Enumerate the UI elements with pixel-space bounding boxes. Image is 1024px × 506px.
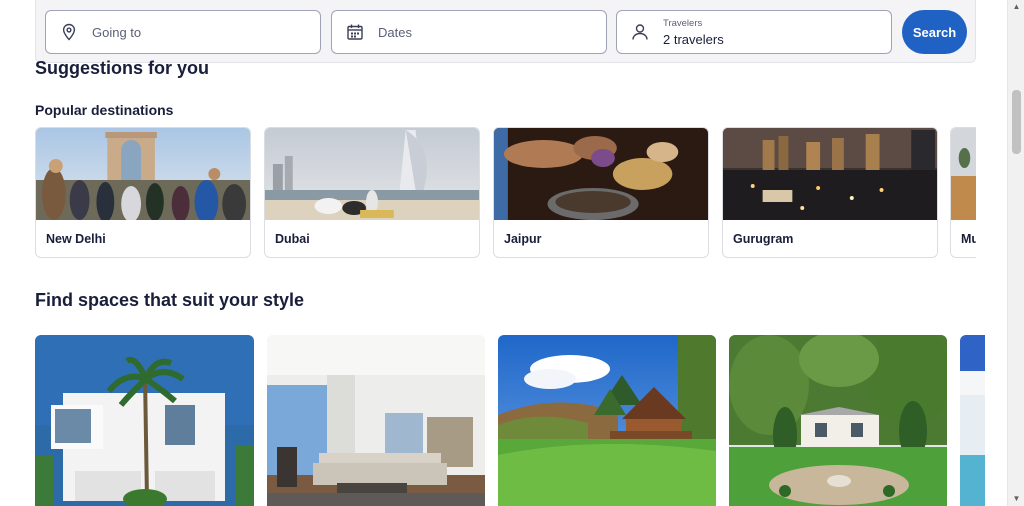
dubai-image [265,128,479,220]
space-card-cottage[interactable] [729,335,947,506]
space-card-living-room[interactable] [267,335,485,506]
popular-destinations-heading: Popular destinations [35,102,174,118]
scroll-down-icon[interactable]: ▼ [1008,492,1024,506]
destination-card-dubai[interactable]: Dubai [264,127,480,258]
travelers-label: Travelers [663,17,703,29]
dates-placeholder: Dates [378,24,412,40]
search-bar: Going to Dates Travelers 2 travelers Sea… [35,0,976,63]
location-pin-icon [60,23,78,41]
spaces-heading: Find spaces that suit your style [35,290,305,310]
destination-card-gurugram[interactable]: Gurugram [722,127,938,258]
space-card-partial[interactable] [960,335,985,506]
jaipur-image [494,128,708,220]
cabin-image [498,335,716,506]
destination-name: Jaipur [504,232,542,246]
travelers-field[interactable]: Travelers 2 travelers [616,10,892,54]
destination-name: Dubai [275,232,310,246]
dates-field[interactable]: Dates [331,10,607,54]
destination-card-jaipur[interactable]: Jaipur [493,127,709,258]
partial-destination-image [951,128,976,220]
modern-house-image [35,335,254,506]
destination-name: New Delhi [46,232,106,246]
destination-name: Mu [961,232,976,246]
calendar-icon [346,23,364,41]
cottage-image [729,335,947,506]
destination-name: Gurugram [733,232,794,246]
search-button[interactable]: Search [902,10,967,54]
space-card-modern-house[interactable] [35,335,254,506]
new-delhi-image [36,128,250,220]
vertical-scrollbar[interactable]: ▲ ▼ [1007,0,1024,506]
scroll-up-icon[interactable]: ▲ [1008,0,1024,14]
going-to-placeholder: Going to [92,24,142,40]
going-to-field[interactable]: Going to [45,10,321,54]
person-icon [631,23,649,41]
destination-card-partial[interactable]: Mu [950,127,976,258]
living-room-image [267,335,485,506]
gurugram-image [723,128,937,220]
suggestions-heading: Suggestions for you [35,58,210,78]
travelers-value: 2 travelers [663,31,724,47]
scrollbar-thumb[interactable] [1012,90,1021,154]
partial-space-image [960,335,985,506]
destination-card-new-delhi[interactable]: New Delhi [35,127,251,258]
space-card-cabin[interactable] [498,335,716,506]
